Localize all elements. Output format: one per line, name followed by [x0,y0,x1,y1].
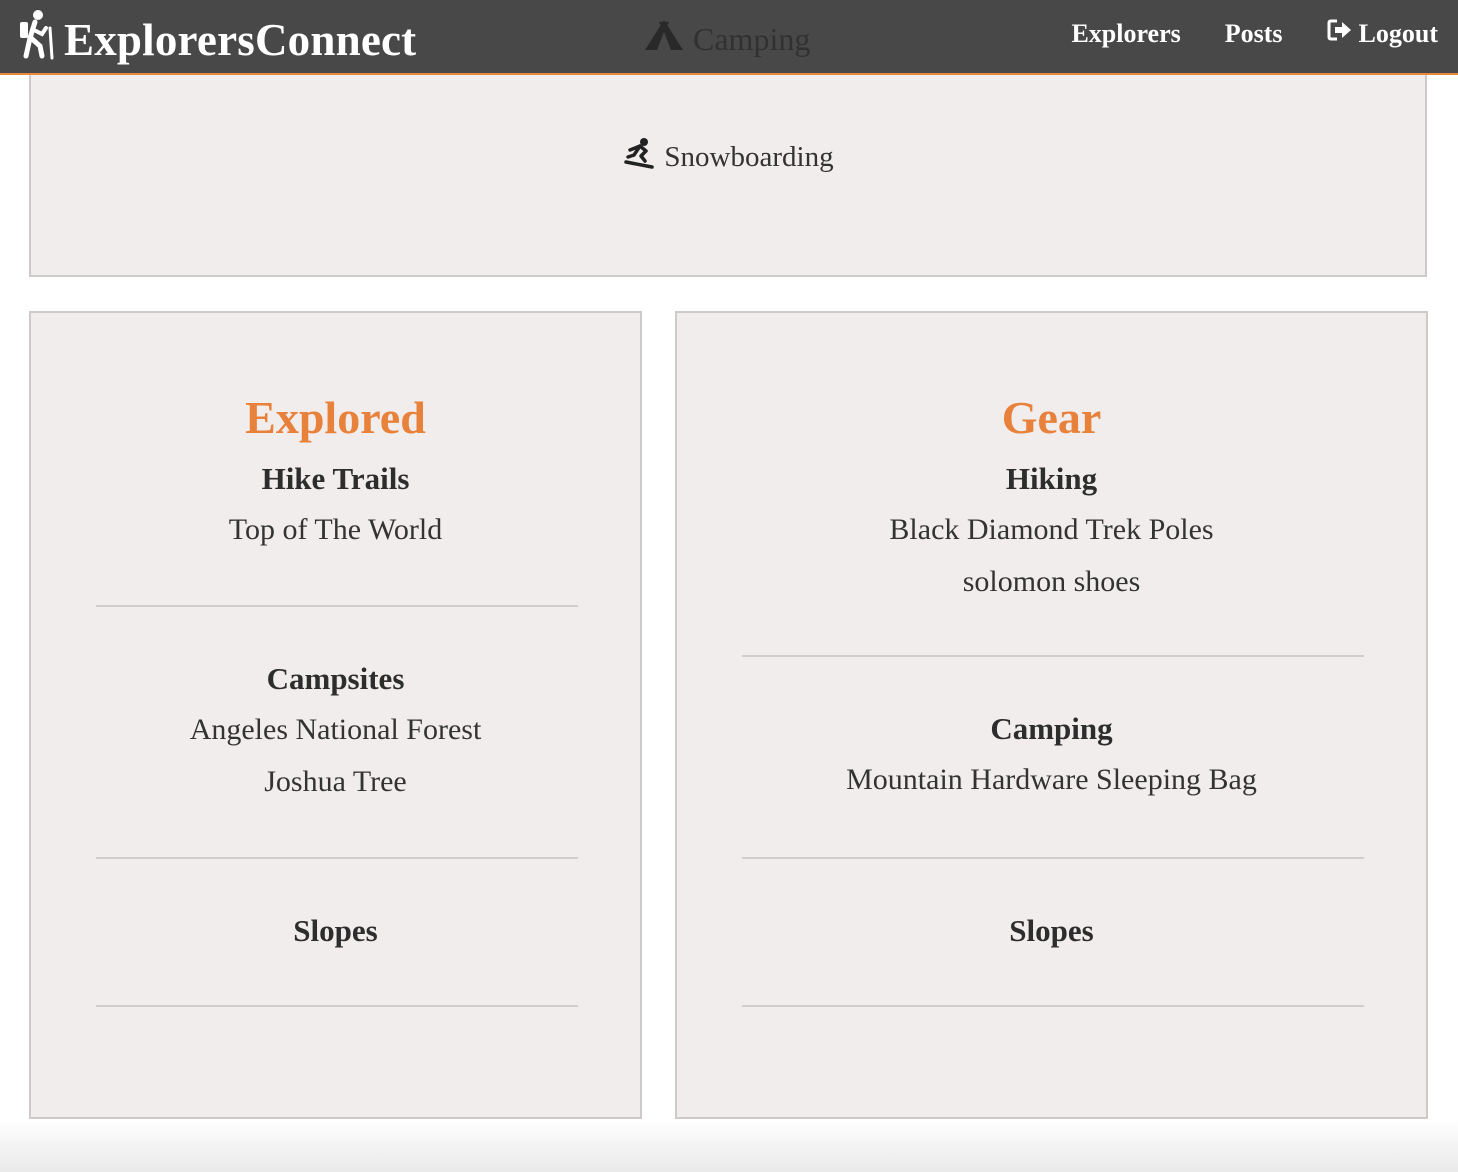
section-heading: Hiking [1005,461,1098,496]
card-title: Gear [1001,392,1102,443]
divider [96,857,578,859]
divider [96,605,578,607]
nav-link-explorers[interactable]: Explorers [1071,19,1180,49]
gear-card: Gear Hiking Black Diamond Trek Poles sol… [675,311,1428,1119]
hiker-icon [16,8,58,71]
section-heading: Campsites [266,661,405,696]
nav-links: Explorers Posts Logout [1071,18,1438,49]
section-campsites: Campsites Angeles National Forest Joshua… [31,661,640,801]
section-slopes: Slopes [31,913,640,949]
list-item: Joshua Tree [264,765,407,798]
section-heading: Hike Trails [261,461,410,496]
nav-link-label: Posts [1224,18,1283,48]
brand[interactable]: ExplorersConnect [16,8,416,71]
activity-snowboarding[interactable]: Snowboarding [31,136,1425,178]
brand-name: ExplorersConnect [64,14,417,65]
section-heading: Slopes [1009,913,1094,948]
list-item: Angeles National Forest [189,713,482,746]
snowboarding-icon [622,136,656,178]
divider [742,655,1364,657]
list-item: Mountain Hardware Sleeping Bag [846,763,1257,796]
nav-link-posts[interactable]: Posts [1225,19,1283,49]
explored-card: Explored Hike Trails Top of The World Ca… [29,311,642,1119]
page: Snowboarding ExplorersConnect Explorers [0,0,1458,1172]
section-camping: Camping Mountain Hardware Sleeping Bag [677,711,1426,799]
list-item: Black Diamond Trek Poles [889,513,1214,546]
activity-label: Snowboarding [664,140,834,173]
section-heading: Slopes [293,913,378,948]
nav-link-label: Explorers [1071,18,1181,48]
nav-link-logout[interactable]: Logout [1327,18,1438,49]
section-heading: Camping [990,711,1113,746]
divider [742,857,1364,859]
list-item: solomon shoes [962,565,1141,598]
divider [96,1005,578,1007]
nav-link-label: Logout [1358,18,1438,48]
tent-icon [643,18,685,60]
logout-icon [1327,18,1353,49]
section-hike-trails: Hike Trails Top of The World [31,461,640,549]
divider [742,1005,1364,1007]
activity-label: Camping [693,20,811,57]
section-slopes: Slopes [677,913,1426,949]
card-title: Explored [245,392,426,443]
activity-camping[interactable]: Camping [643,18,810,60]
list-item: Top of The World [228,513,443,546]
section-hiking: Hiking Black Diamond Trek Poles solomon … [677,461,1426,601]
page-bottom-edge [0,1120,1458,1172]
